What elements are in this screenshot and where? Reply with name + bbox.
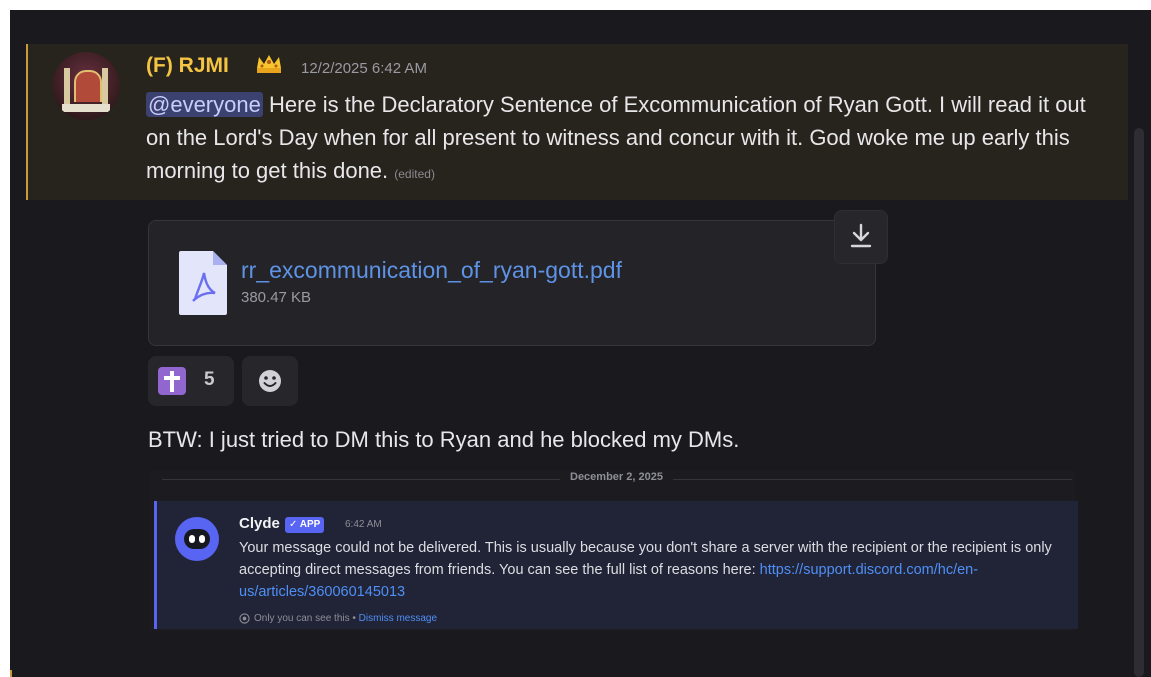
message-body: Here is the Declaratory Sentence of Exco… — [146, 92, 1086, 183]
file-attachment[interactable]: rr_excommunication_of_ryan-gott.pdf 380.… — [148, 220, 876, 346]
scrollbar-thumb[interactable] — [1134, 128, 1144, 677]
dismiss-message-link: Dismiss message — [358, 613, 438, 625]
user-avatar[interactable] — [52, 52, 120, 120]
reaction-count: 5 — [204, 369, 215, 390]
followup-message: BTW: I just tried to DM this to Ryan and… — [148, 427, 740, 452]
avatar-pillar-right — [102, 68, 108, 104]
message-content: @everyone Here is the Declaratory Senten… — [146, 88, 1096, 191]
clyde-message-text: Your message could not be delivered. Thi… — [239, 537, 1069, 603]
chat-window: (F) RJMI 12/2/2025 6:42 AM @everyone Her… — [10, 10, 1151, 677]
file-name-link[interactable]: rr_excommunication_of_ryan-gott.pdf — [241, 257, 622, 284]
clyde-eye-right — [199, 535, 205, 543]
download-button[interactable] — [834, 210, 888, 264]
eye-icon — [239, 613, 250, 624]
pdf-file-icon — [179, 251, 227, 315]
scrollbar[interactable] — [1134, 128, 1146, 677]
clyde-avatar — [175, 517, 219, 561]
avatar-base — [62, 104, 110, 112]
clyde-message: Clyde ✓ APP 6:42 AM Your message could n… — [154, 501, 1078, 629]
file-size: 380.47 KB — [241, 289, 312, 306]
avatar-pillar-left — [64, 68, 70, 104]
avatar-door — [74, 70, 102, 102]
ephemeral-footer: Only you can see this • Dismiss message — [239, 613, 437, 624]
screenshot-embed: December 2, 2025 Clyde ✓ APP 6:42 AM You… — [150, 471, 1078, 631]
edited-label: (edited) — [394, 167, 435, 181]
add-reaction-button[interactable] — [242, 356, 298, 406]
crown-icon — [257, 55, 281, 73]
only-you-label: Only you can see this • — [254, 613, 359, 625]
everyone-mention[interactable]: @everyone — [146, 92, 263, 117]
clyde-timestamp: 6:42 AM — [345, 519, 382, 530]
date-divider-label: December 2, 2025 — [560, 471, 673, 483]
clyde-face-icon — [184, 529, 210, 549]
message-timestamp: 12/2/2025 6:42 AM — [301, 60, 427, 77]
clyde-eye-left — [189, 535, 195, 543]
mention-indicator — [10, 670, 12, 677]
download-icon — [850, 223, 872, 248]
latin-cross-icon — [158, 367, 186, 395]
app-badge: ✓ APP — [285, 517, 325, 533]
reaction-cross[interactable]: 5 — [148, 356, 234, 406]
username[interactable]: (F) RJMI — [146, 54, 229, 78]
clyde-username: Clyde — [239, 515, 280, 532]
smiley-icon — [259, 370, 281, 392]
